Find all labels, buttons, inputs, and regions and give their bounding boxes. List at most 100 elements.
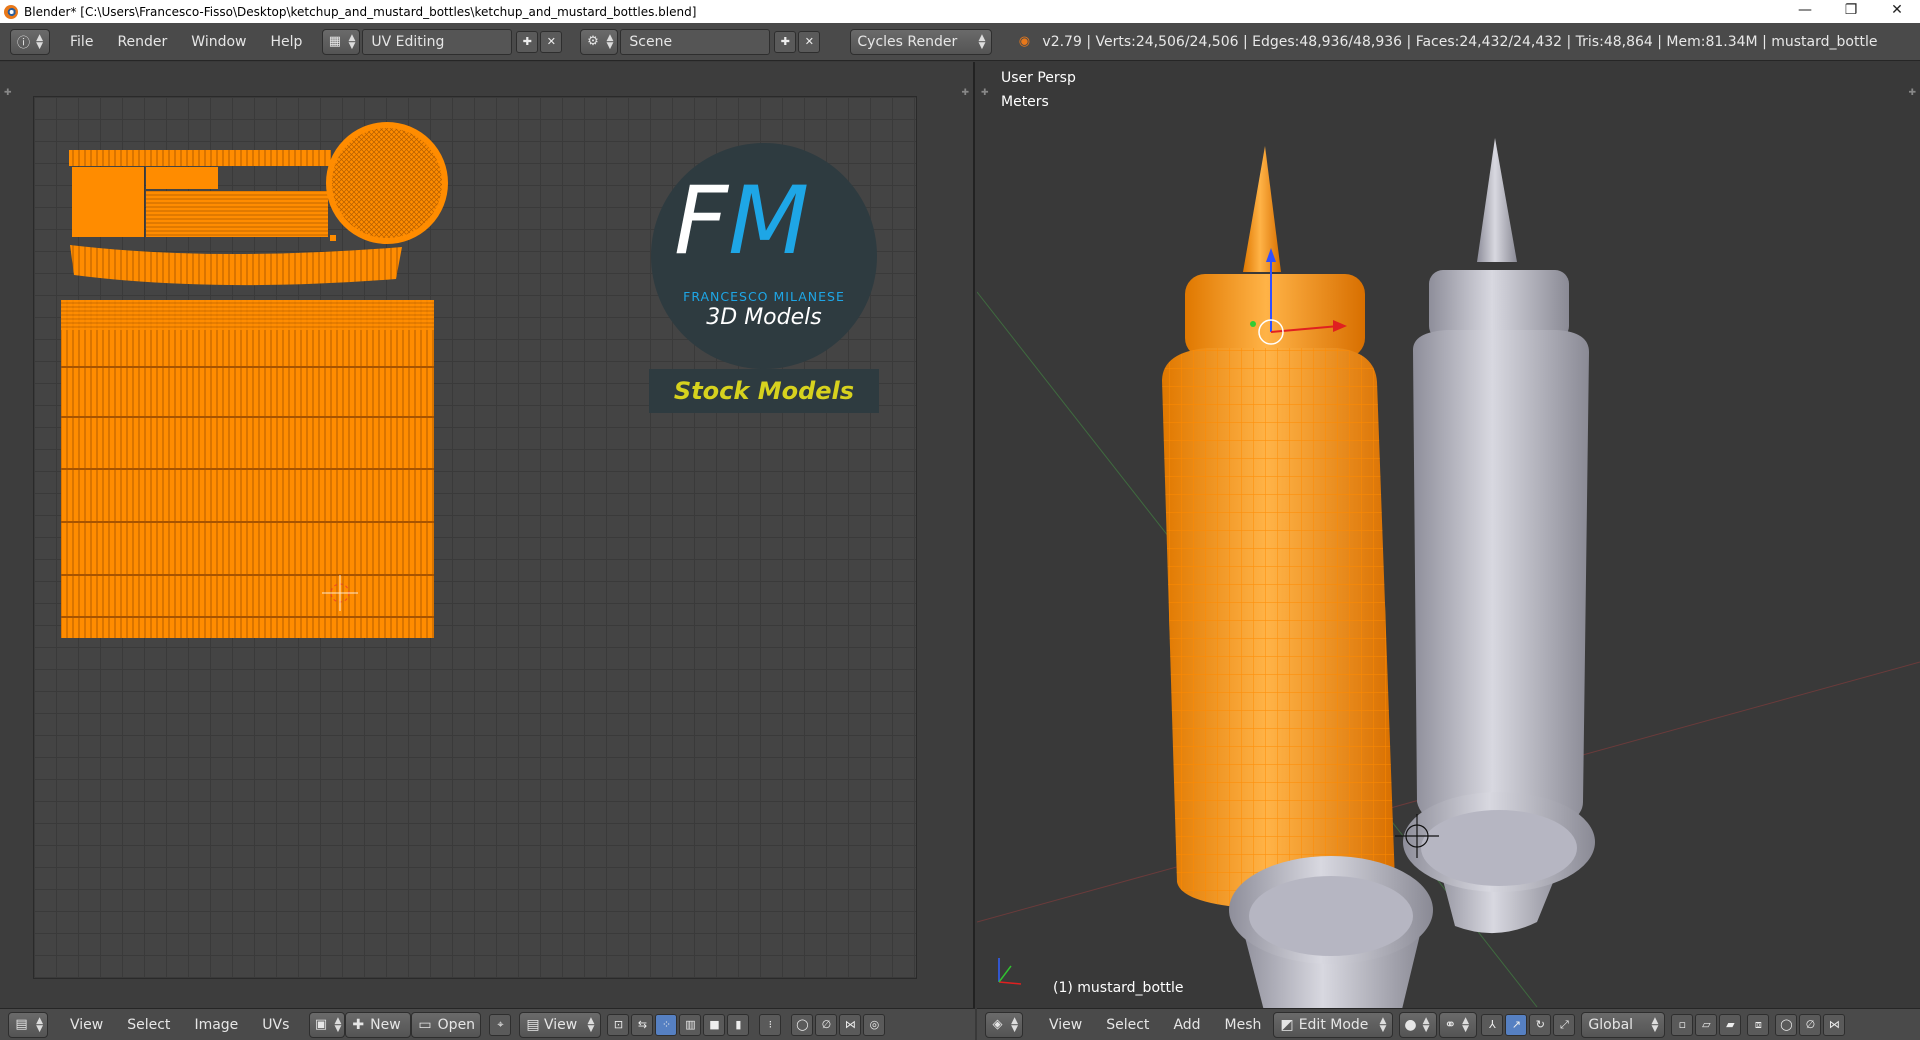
- remove-scene-button[interactable]: ✕: [798, 30, 821, 53]
- occlude-button[interactable]: ⧈: [1747, 1013, 1770, 1036]
- open-image-button[interactable]: ▭ Open: [411, 1011, 482, 1038]
- plus-icon: ✚: [352, 1016, 365, 1033]
- snap-element-icon: ⋈: [844, 1018, 856, 1031]
- edge-mode-icon: ▱: [1702, 1018, 1711, 1031]
- manipulator-toggle[interactable]: ⅄: [1481, 1013, 1504, 1036]
- sync-selection-button[interactable]: ⇆: [631, 1013, 654, 1036]
- folder-icon: ▭: [418, 1016, 432, 1033]
- scene-icon-button[interactable]: ⚙ ▲ ▼: [580, 28, 619, 55]
- region-toggle-right[interactable]: ✚: [961, 88, 969, 98]
- scale-icon: ⤢: [1560, 1017, 1569, 1031]
- overlay-button[interactable]: ◎: [863, 1013, 886, 1036]
- remove-layout-button[interactable]: ✕: [540, 30, 563, 53]
- window-controls: — ❐ ✕: [1782, 0, 1920, 23]
- scene-icon: ⚙: [587, 34, 599, 49]
- shading-icon: ●: [1404, 1016, 1417, 1033]
- layout-icon-button[interactable]: ▦ ▲ ▼: [322, 28, 361, 55]
- pivot-button[interactable]: ⊡: [607, 1013, 630, 1036]
- pivot-dropdown[interactable]: ⚭ ▲ ▼: [1439, 1011, 1478, 1038]
- minimize-button[interactable]: —: [1782, 0, 1828, 23]
- uv-editor-type-button[interactable]: ▤ ▲ ▼: [8, 1011, 48, 1038]
- snap-toggle-button[interactable]: ∅: [1799, 1013, 1822, 1036]
- proportional-icon: ◯: [796, 1018, 809, 1031]
- view-mode-dropdown[interactable]: ▤ View ▲ ▼: [519, 1011, 602, 1038]
- logo-letters: FM: [674, 175, 809, 269]
- logo-letter-f: F: [674, 167, 729, 276]
- restore-button[interactable]: ❐: [1828, 0, 1874, 23]
- new-image-label: New: [370, 1016, 401, 1033]
- close-button[interactable]: ✕: [1874, 0, 1920, 23]
- mustard-bottle: [1162, 146, 1395, 910]
- uv-menu-select[interactable]: Select: [115, 1017, 182, 1033]
- 3d-menu-add[interactable]: Add: [1161, 1017, 1212, 1033]
- sticky-mode-button[interactable]: ⁝: [759, 1013, 782, 1036]
- title-bar: Blender* [C:\Users\Francesco-Fisso\Deskt…: [0, 0, 1920, 23]
- snap-icon: ∅: [821, 1018, 832, 1031]
- plus-icon: ✚: [780, 35, 791, 48]
- region-toggle-left[interactable]: ✚: [4, 88, 12, 98]
- island-select-button[interactable]: ▮: [727, 1013, 750, 1036]
- scale-manipulator[interactable]: ⤢: [1553, 1013, 1576, 1036]
- logo-banner: Stock Models: [673, 377, 855, 405]
- pivot-point-icon: ⚭: [1444, 1016, 1457, 1033]
- snap-target-button[interactable]: ⋈: [1823, 1013, 1846, 1036]
- render-engine-label: Cycles Render: [857, 33, 958, 50]
- overlay-icon: ◎: [869, 1018, 880, 1031]
- edge-icon: ▥: [685, 1018, 696, 1031]
- 3d-menu-select[interactable]: Select: [1094, 1017, 1161, 1033]
- menu-render[interactable]: Render: [105, 23, 179, 61]
- scene-field[interactable]: Scene: [620, 28, 771, 55]
- magnet-icon: ∅: [1805, 1018, 1816, 1031]
- face-mode-icon: ▰: [1726, 1018, 1735, 1031]
- render-engine-dropdown[interactable]: Cycles Render ▲ ▼: [850, 28, 993, 55]
- menu-file[interactable]: File: [58, 23, 105, 61]
- image-icon: ▣: [314, 1017, 328, 1032]
- image-editor-icon: ▤: [15, 1017, 28, 1032]
- 3d-editor-type-button[interactable]: ◈ ▲ ▼: [985, 1011, 1023, 1038]
- uv-menu-uvs[interactable]: UVs: [250, 1017, 301, 1033]
- layout-icon: ▦: [328, 34, 342, 49]
- menu-help[interactable]: Help: [258, 23, 314, 61]
- menu-window[interactable]: Window: [179, 23, 258, 61]
- cube-icon: ◈: [992, 1017, 1003, 1032]
- vertex-select-button[interactable]: ⁘: [655, 1013, 678, 1036]
- uv-menu-image[interactable]: Image: [182, 1017, 250, 1033]
- snap-button[interactable]: ∅: [815, 1013, 838, 1036]
- main-menu: File Render Window Help: [58, 23, 314, 61]
- rotate-manipulator[interactable]: ↻: [1529, 1013, 1552, 1036]
- editor-type-button[interactable]: ⓘ ▲ ▼: [10, 28, 50, 55]
- uv-image-editor[interactable]: ✚ ✚ FM FRANCESCO MILANESE 3D Models Stoc…: [0, 62, 975, 1008]
- viewport-scene: [977, 138, 1920, 1008]
- orientation-dropdown[interactable]: Global ▲ ▼: [1581, 1011, 1666, 1038]
- face-mode-button[interactable]: ▰: [1719, 1013, 1742, 1036]
- logo-name: FRANCESCO MILANESE: [683, 289, 845, 304]
- manipulator-icon: ⅄: [1489, 1018, 1496, 1031]
- face-select-button[interactable]: ■: [703, 1013, 726, 1036]
- proportional-edit-button[interactable]: ◯: [1775, 1013, 1798, 1036]
- pivot-icon: ⊡: [613, 1018, 624, 1031]
- shading-dropdown[interactable]: ● ▲ ▼: [1399, 1011, 1438, 1038]
- edge-select-button[interactable]: ▥: [679, 1013, 702, 1036]
- 3d-menu-view[interactable]: View: [1037, 1017, 1094, 1033]
- 3d-viewport[interactable]: ✚ ✚ User Persp Meters (1) mustard_bottle: [977, 62, 1920, 1008]
- image-browse-button[interactable]: ▣ ▲ ▼: [309, 1011, 346, 1038]
- edge-mode-button[interactable]: ▱: [1695, 1013, 1718, 1036]
- plus-icon: ✚: [522, 35, 533, 48]
- add-scene-button[interactable]: ✚: [774, 30, 797, 53]
- ketchup-bottle: [1413, 138, 1589, 834]
- layout-field[interactable]: UV Editing: [362, 28, 513, 55]
- proportional-button[interactable]: ◯: [791, 1013, 814, 1036]
- vertex-mode-button[interactable]: ▫: [1671, 1013, 1694, 1036]
- uv-grid[interactable]: FM FRANCESCO MILANESE 3D Models Stock Mo…: [33, 96, 917, 979]
- window-title: Blender* [C:\Users\Francesco-Fisso\Deskt…: [24, 4, 697, 19]
- new-image-button[interactable]: ✚ New: [345, 1011, 412, 1038]
- pin-button[interactable]: ⌖: [489, 1013, 512, 1036]
- snap-element-button[interactable]: ⋈: [839, 1013, 862, 1036]
- mode-dropdown[interactable]: ◩ Edit Mode ▲ ▼: [1273, 1011, 1394, 1038]
- x-icon: ✕: [804, 35, 815, 48]
- 3d-menu-mesh[interactable]: Mesh: [1213, 1017, 1274, 1033]
- add-layout-button[interactable]: ✚: [516, 30, 539, 53]
- uv-menu-view[interactable]: View: [58, 1017, 115, 1033]
- vertex-mode-icon: ▫: [1678, 1018, 1687, 1031]
- translate-manipulator[interactable]: ↗: [1505, 1013, 1528, 1036]
